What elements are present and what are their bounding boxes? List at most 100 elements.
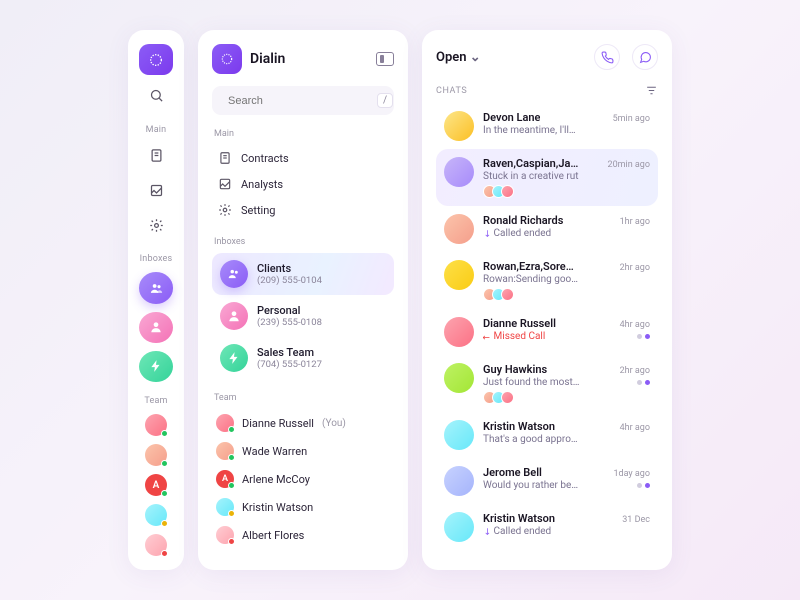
inbox-item-clients[interactable]: Clients(209) 555-0104: [212, 253, 394, 295]
team-member[interactable]: Albert Flores: [212, 521, 394, 549]
chat-name: Raven,Caspian,Ja…: [483, 157, 578, 170]
group-avatars: [483, 288, 650, 301]
chat-name: Guy Hawkins: [483, 363, 547, 376]
chat-time: 31 Dec: [622, 515, 650, 525]
chat-name: Rowan,Ezra,Sore…: [483, 260, 574, 273]
chat-item[interactable]: Raven,Caspian,Ja… 20min ago Stuck in a cre…: [436, 149, 658, 206]
chat-item[interactable]: Jerome Bell1day agoWould you rather be…: [436, 458, 658, 504]
chat-avatar: [444, 420, 474, 450]
logo-icon: [220, 52, 234, 66]
team-avatar: [216, 526, 234, 544]
phone-icon: [601, 51, 614, 64]
person-icon: [149, 320, 163, 334]
chats-heading: CHATS: [436, 86, 467, 96]
team-avatar: A: [216, 470, 234, 488]
chat-time: 2hr ago: [620, 366, 650, 376]
chat-item[interactable]: Ronald Richards1hr ago↘Called ended: [436, 206, 658, 252]
rail-team-avatar[interactable]: [145, 414, 167, 436]
search-input-wrapper[interactable]: /: [212, 86, 394, 115]
chat-time: 5min ago: [613, 114, 650, 124]
rail-team-avatar[interactable]: A: [145, 474, 167, 496]
chat-avatar: [444, 317, 474, 347]
nav-logo: [212, 44, 242, 74]
chevron-down-icon: ⌄: [470, 50, 481, 65]
team-member[interactable]: Dianne Russell (You): [212, 409, 394, 437]
chat-name: Devon Lane: [483, 111, 540, 124]
rail-section-inboxes: Inboxes: [140, 254, 173, 264]
bolt-icon: [149, 359, 163, 373]
chats-panel: Open ⌄ CHATS Devon Lane 5min ago In the me…: [422, 30, 672, 570]
chat-item[interactable]: Kristin Watson31 Dec↘Called ended: [436, 504, 658, 550]
rail-inbox-clients[interactable]: [139, 272, 173, 303]
chat-name: Kristin Watson: [483, 512, 555, 525]
search-input[interactable]: [228, 95, 370, 107]
chat-preview: ↘Called ended: [483, 228, 551, 239]
chat-avatar: [444, 214, 474, 244]
filter-icon: [645, 84, 658, 97]
search-button[interactable]: [140, 81, 172, 110]
chat-item[interactable]: Devon Lane 5min ago In the meantime, I'll…: [436, 103, 658, 149]
chat-avatar: [444, 111, 474, 141]
team-member[interactable]: Kristin Watson: [212, 493, 394, 521]
chat-avatar: [444, 466, 474, 496]
inbox-item-personal[interactable]: Personal(239) 555-0108: [212, 295, 394, 337]
chat-preview: Rowan:Sending goo…: [483, 274, 578, 285]
missed-call-icon: ↗: [483, 331, 493, 342]
collapse-sidebar-button[interactable]: [376, 52, 394, 66]
document-icon: [149, 148, 164, 163]
nav-item-analysts[interactable]: Analysts: [212, 171, 394, 197]
chat-preview: Would you rather be…: [483, 480, 578, 491]
rail-team-avatar[interactable]: [145, 534, 167, 556]
call-button[interactable]: [594, 44, 620, 70]
team-avatar: [216, 498, 234, 516]
incoming-call-icon: ↘: [483, 228, 493, 239]
group-avatars: [483, 391, 650, 404]
new-chat-button[interactable]: [632, 44, 658, 70]
logo-icon: [148, 52, 164, 68]
chat-icon: [639, 51, 652, 64]
chat-avatar: [444, 512, 474, 542]
chat-item[interactable]: Dianne Russell4hr ago↗Missed Call: [436, 309, 658, 355]
image-icon: [149, 183, 164, 198]
people-icon: [149, 281, 164, 296]
chat-item[interactable]: Rowan,Ezra,Sore…2hr agoRowan:Sending goo…: [436, 252, 658, 309]
app-logo[interactable]: [139, 44, 173, 75]
nav-item-contracts[interactable]: Contracts: [212, 145, 394, 171]
chat-avatar: [444, 157, 474, 187]
chat-time: 1day ago: [613, 469, 650, 479]
chat-time: 20min ago: [608, 160, 650, 170]
rail-inbox-personal[interactable]: [139, 312, 173, 343]
chat-preview: Just found the most…: [483, 377, 579, 388]
rail-team-avatar[interactable]: [145, 444, 167, 466]
team-avatar: [216, 442, 234, 460]
navigation-panel: Dialin / Main ContractsAnalystsSetting I…: [198, 30, 408, 570]
chat-preview: That's a good appro…: [483, 434, 578, 445]
team-member[interactable]: AArlene McCoy: [212, 465, 394, 493]
chat-item[interactable]: Kristin Watson4hr agoThat's a good appro…: [436, 412, 658, 458]
rail-settings[interactable]: [140, 211, 172, 240]
inbox-item-sales-team[interactable]: Sales Team(704) 555-0127: [212, 337, 394, 379]
gear-icon: [149, 218, 164, 233]
team-member[interactable]: Wade Warren: [212, 437, 394, 465]
rail-contracts[interactable]: [140, 141, 172, 170]
nav-item-setting[interactable]: Setting: [212, 197, 394, 223]
chat-name: Ronald Richards: [483, 214, 563, 227]
rail-team-avatar[interactable]: [145, 504, 167, 526]
chat-preview: Stuck in a creative rut: [483, 171, 579, 182]
rail-inbox-sales[interactable]: [139, 351, 173, 382]
inbox-avatar: [220, 302, 248, 330]
section-inboxes: Inboxes: [214, 237, 394, 247]
nav-item-icon: [218, 203, 232, 217]
chat-item[interactable]: Guy Hawkins 2hr ago Just found the most…: [436, 355, 658, 412]
rail-analysts[interactable]: [140, 176, 172, 205]
filter-dropdown[interactable]: Open ⌄: [436, 50, 481, 65]
chat-preview: In the meantime, I'll…: [483, 125, 576, 136]
chat-time: 4hr ago: [620, 320, 650, 330]
chat-avatar: [444, 260, 474, 290]
chat-name: Dianne Russell: [483, 317, 556, 330]
filter-button[interactable]: [645, 84, 658, 97]
search-kbd: /: [377, 93, 393, 108]
app-name: Dialin: [250, 51, 285, 67]
chat-name: Kristin Watson: [483, 420, 555, 433]
icon-rail: Main Inboxes Team A: [128, 30, 184, 570]
